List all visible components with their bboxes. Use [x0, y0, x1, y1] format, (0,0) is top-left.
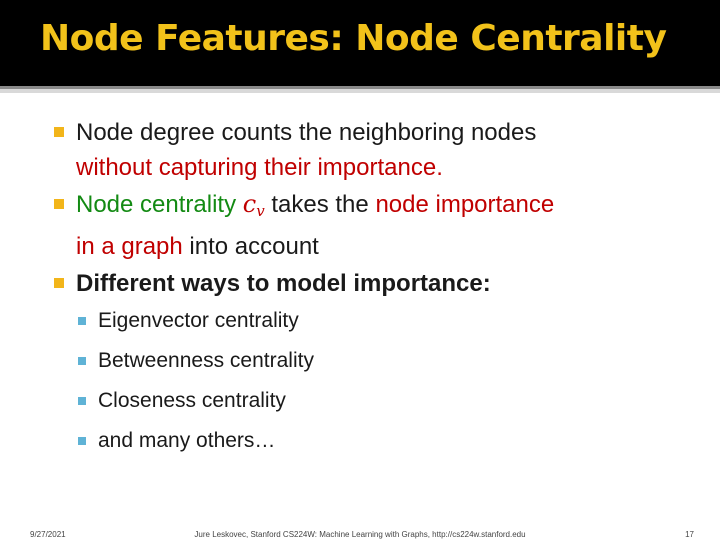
slide-title: Node Features: Node Centrality [40, 18, 667, 59]
math-variable: cv [242, 190, 265, 220]
bullet-node-degree: Node degree counts the neighboring nodes… [52, 115, 682, 185]
bullet-text: into account [189, 233, 319, 260]
bullet-square-icon [54, 278, 64, 288]
sub-bullet-text: Closeness centrality [98, 389, 286, 412]
bullet-text: takes the [271, 191, 369, 218]
slide: Node Features: Node Centrality Node degr… [0, 0, 720, 540]
bullet-text-highlight-green: Node centrality [76, 191, 237, 218]
sub-bullet-square-icon [78, 397, 86, 405]
bullet-text-highlight: in a graph [76, 233, 183, 260]
bullet-list: Node degree counts the neighboring nodes… [52, 115, 682, 467]
bullet-text-highlight: without capturing their importance. [76, 154, 443, 181]
bullet-text-highlight: node importance [375, 191, 555, 218]
divider-light [0, 89, 720, 93]
bullet-text: Different ways to model importance: [76, 270, 491, 297]
sub-bullet: Betweenness centrality [52, 347, 682, 375]
sub-bullet-text: and many others… [98, 429, 276, 452]
sub-bullet-text: Betweenness centrality [98, 349, 314, 372]
sub-bullet-square-icon [78, 357, 86, 365]
sub-bullet-square-icon [78, 437, 86, 445]
bullet-square-icon [54, 199, 64, 209]
title-bar: Node Features: Node Centrality [0, 0, 720, 86]
footer-page-number: 17 [685, 530, 694, 539]
sub-bullet-text: Eigenvector centrality [98, 309, 299, 332]
sub-bullet: and many others… [52, 427, 682, 455]
sub-bullet: Eigenvector centrality [52, 307, 682, 335]
bullet-text: Node degree counts the neighboring nodes [76, 119, 537, 146]
sub-bullet: Closeness centrality [52, 387, 682, 415]
bullet-node-centrality: Node centrality cv takes the node import… [52, 187, 682, 264]
bullet-square-icon [54, 127, 64, 137]
bullet-different-ways: Different ways to model importance: [52, 266, 682, 301]
sub-bullet-square-icon [78, 317, 86, 325]
footer-credit: Jure Leskovec, Stanford CS224W: Machine … [194, 530, 526, 539]
